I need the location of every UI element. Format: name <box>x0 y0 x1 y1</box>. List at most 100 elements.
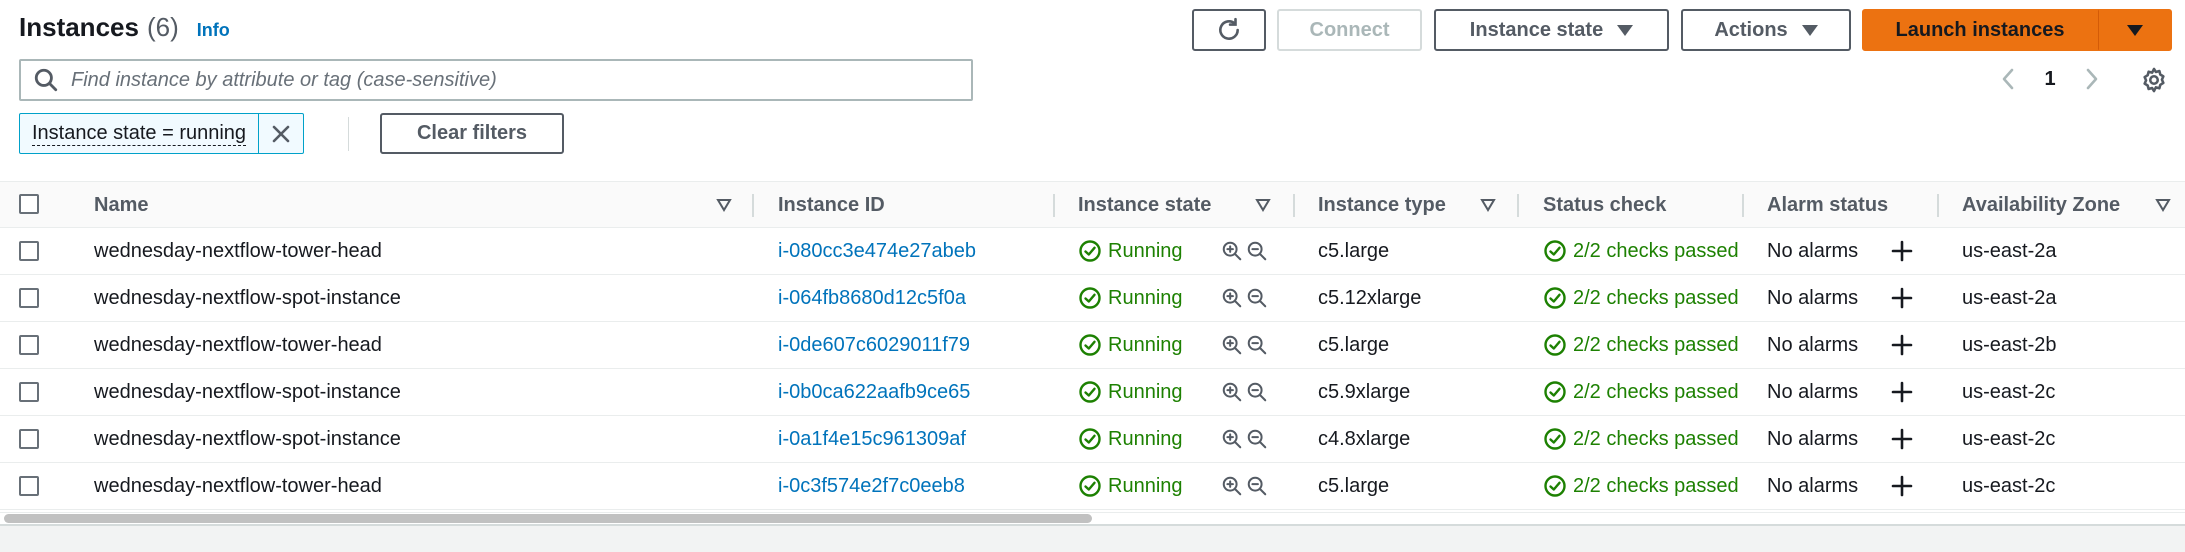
sort-down-icon[interactable] <box>716 198 732 212</box>
table-row[interactable]: wednesday-nextflow-tower-head i-0de607c60… <box>0 322 2185 369</box>
check-circle-icon <box>1544 240 1566 262</box>
zoom-out-icon[interactable] <box>1246 287 1268 309</box>
column-header-instance-id[interactable]: Instance ID <box>778 182 885 228</box>
launch-instances-button[interactable]: Launch instances <box>1862 9 2098 51</box>
state-zoom-controls <box>1221 228 1268 274</box>
status-check-cell[interactable]: 2/2 checks passed <box>1543 275 1739 321</box>
select-all-checkbox[interactable] <box>19 194 39 214</box>
zoom-out-icon[interactable] <box>1246 475 1268 497</box>
zoom-out-icon[interactable] <box>1246 381 1268 403</box>
status-check-cell[interactable]: 2/2 checks passed <box>1543 322 1739 368</box>
zoom-in-icon[interactable] <box>1221 240 1243 262</box>
launch-options-dropdown[interactable] <box>2098 9 2172 51</box>
remove-filter-button[interactable] <box>259 114 303 153</box>
instance-name[interactable]: wednesday-nextflow-spot-instance <box>94 275 401 321</box>
add-alarm-button[interactable] <box>1890 322 1914 368</box>
clear-filters-button[interactable]: Clear filters <box>380 113 564 154</box>
column-resizer[interactable] <box>1293 194 1295 217</box>
row-checkbox[interactable] <box>19 288 39 308</box>
alarm-status: No alarms <box>1767 474 1859 497</box>
status-check-text: 2/2 checks passed <box>1573 239 1739 262</box>
zoom-in-icon[interactable] <box>1221 287 1243 309</box>
instance-name[interactable]: wednesday-nextflow-spot-instance <box>94 369 401 415</box>
column-header-alarm-status[interactable]: Alarm status <box>1767 182 1888 228</box>
column-header-name[interactable]: Name <box>94 182 148 228</box>
actions-dropdown[interactable]: Actions <box>1681 9 1851 51</box>
row-checkbox[interactable] <box>19 382 39 402</box>
horizontal-scrollbar-thumb[interactable] <box>4 514 1092 523</box>
instance-state-cell: Running <box>1078 369 1183 415</box>
state-zoom-controls <box>1221 369 1268 415</box>
info-link[interactable]: Info <box>197 20 230 41</box>
instance-state-text: Running <box>1108 333 1183 356</box>
column-resizer[interactable] <box>1742 194 1744 217</box>
zoom-in-icon[interactable] <box>1221 475 1243 497</box>
status-check-cell[interactable]: 2/2 checks passed <box>1543 416 1739 462</box>
instance-id-link[interactable]: i-0de607c6029011f79 <box>778 322 970 368</box>
instance-state-dropdown[interactable]: Instance state <box>1434 9 1669 51</box>
state-zoom-controls <box>1221 322 1268 368</box>
table-row[interactable]: wednesday-nextflow-spot-instance i-0a1f4e… <box>0 416 2185 463</box>
connect-button[interactable]: Connect <box>1277 9 1422 51</box>
instance-id-link[interactable]: i-0a1f4e15c961309af <box>778 416 966 462</box>
add-alarm-button[interactable] <box>1890 416 1914 462</box>
column-header-instance-type[interactable]: Instance type <box>1318 182 1446 228</box>
column-header-status-check[interactable]: Status check <box>1543 182 1666 228</box>
page-title: Instances <box>19 12 139 42</box>
gear-icon[interactable] <box>2140 66 2168 94</box>
zoom-in-icon[interactable] <box>1221 381 1243 403</box>
filter-token-label[interactable]: Instance state = running <box>20 114 260 153</box>
sort-down-icon[interactable] <box>1480 198 1496 212</box>
table-row[interactable]: wednesday-nextflow-tower-head i-080cc3e47… <box>0 228 2185 275</box>
instance-name[interactable]: wednesday-nextflow-tower-head <box>94 322 382 368</box>
add-alarm-button[interactable] <box>1890 369 1914 415</box>
zoom-in-icon[interactable] <box>1221 334 1243 356</box>
current-page[interactable]: 1 <box>2021 68 2079 91</box>
instance-state-cell: Running <box>1078 228 1183 274</box>
column-resizer[interactable] <box>1937 194 1939 217</box>
row-checkbox[interactable] <box>19 241 39 261</box>
status-check-cell[interactable]: 2/2 checks passed <box>1543 228 1739 274</box>
instance-id-link[interactable]: i-0c3f574e2f7c0eeb8 <box>778 463 965 509</box>
column-header-label: Availability Zone <box>1962 193 2121 216</box>
zoom-out-icon[interactable] <box>1246 428 1268 450</box>
chevron-right-icon[interactable] <box>2079 64 2105 94</box>
instance-name[interactable]: wednesday-nextflow-tower-head <box>94 228 382 274</box>
column-resizer[interactable] <box>1053 194 1055 217</box>
search-input[interactable] <box>71 68 971 92</box>
row-checkbox[interactable] <box>19 429 39 449</box>
availability-zone: us-east-2c <box>1962 427 2056 450</box>
zoom-out-icon[interactable] <box>1246 334 1268 356</box>
table-row[interactable]: wednesday-nextflow-spot-instance i-064fb8… <box>0 275 2185 322</box>
instance-search-box <box>19 59 973 101</box>
instance-id-link[interactable]: i-064fb8680d12c5f0a <box>778 275 966 321</box>
column-header-instance-state[interactable]: Instance state <box>1078 182 1211 228</box>
instance-id-link[interactable]: i-080cc3e474e27abeb <box>778 228 976 274</box>
instance-name[interactable]: wednesday-nextflow-spot-instance <box>94 416 401 462</box>
status-check-cell[interactable]: 2/2 checks passed <box>1543 369 1739 415</box>
table-row[interactable]: wednesday-nextflow-tower-head i-0c3f574e2… <box>0 463 2185 510</box>
instance-type: c5.large <box>1318 333 1390 356</box>
status-check-cell[interactable]: 2/2 checks passed <box>1543 463 1739 509</box>
row-checkbox[interactable] <box>19 476 39 496</box>
check-circle-icon <box>1544 475 1566 497</box>
add-alarm-button[interactable] <box>1890 228 1914 274</box>
add-alarm-button[interactable] <box>1890 275 1914 321</box>
refresh-button[interactable] <box>1192 9 1266 51</box>
add-alarm-button[interactable] <box>1890 463 1914 509</box>
zoom-out-icon[interactable] <box>1246 240 1268 262</box>
sort-down-icon[interactable] <box>2155 198 2171 212</box>
column-header-availability-zone[interactable]: Availability Zone <box>1962 182 2120 228</box>
zoom-in-icon[interactable] <box>1221 428 1243 450</box>
instance-name[interactable]: wednesday-nextflow-tower-head <box>94 463 382 509</box>
column-resizer[interactable] <box>752 194 754 217</box>
row-checkbox[interactable] <box>19 335 39 355</box>
instance-id-link[interactable]: i-0b0ca622aafb9ce65 <box>778 369 970 415</box>
column-resizer[interactable] <box>1517 194 1519 217</box>
caret-down-icon <box>1801 24 1818 36</box>
instances-panel: Instances (6) Info Connect Instance stat… <box>0 0 2185 552</box>
sort-down-icon[interactable] <box>1255 198 1271 212</box>
state-zoom-controls <box>1221 463 1268 509</box>
chevron-left-icon[interactable] <box>1995 64 2021 94</box>
table-row[interactable]: wednesday-nextflow-spot-instance i-0b0ca6… <box>0 369 2185 416</box>
